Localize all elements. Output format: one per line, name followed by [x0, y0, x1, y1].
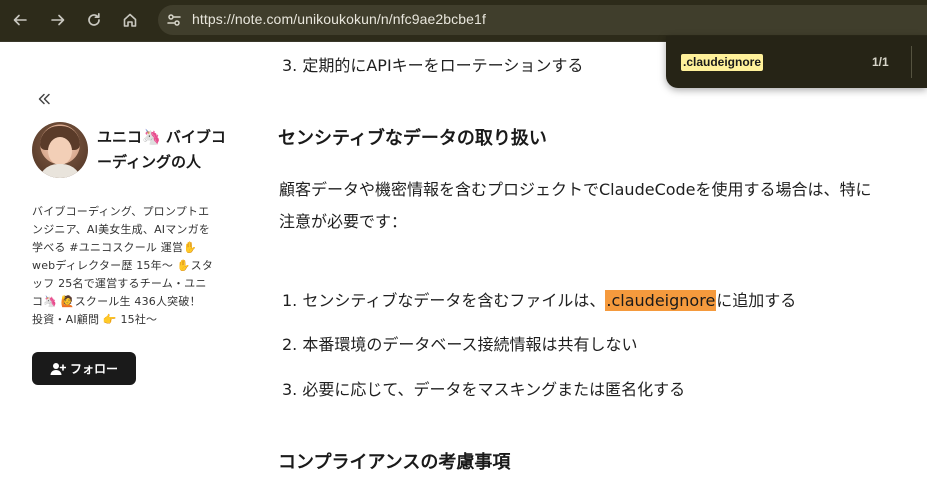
follow-label: フォロー [69, 362, 118, 376]
back-button[interactable] [7, 7, 33, 33]
arrow-right-icon [51, 14, 65, 26]
avatar-face [48, 137, 72, 165]
avatar[interactable] [32, 122, 88, 178]
list-item: 3. 必要に応じて、データをマスキングまたは匿名化する [282, 380, 686, 399]
url-text[interactable]: https://note.com/unikoukokun/n/nfc9ae2bc… [192, 11, 486, 27]
find-input[interactable]: .claudeignore [681, 54, 764, 71]
list-item-text: に追加する [716, 291, 797, 310]
home-icon [123, 13, 137, 27]
section-heading: コンプライアンスの考慮事項 [278, 452, 511, 473]
reload-button[interactable] [81, 7, 107, 33]
double-chevron-left-icon [38, 93, 50, 105]
paragraph: 顧客データや機密情報を含むプロジェクトでClaudeCodeを使用する場合は、特… [279, 180, 872, 231]
collapse-sidebar-button[interactable] [33, 88, 55, 110]
site-info-button[interactable] [162, 8, 186, 32]
add-user-icon [50, 362, 66, 375]
follow-button[interactable]: フォロー [32, 352, 136, 385]
forward-button[interactable] [45, 7, 71, 33]
find-divider [911, 46, 912, 78]
reload-icon [88, 12, 100, 26]
list-item-text: 1. センシティブなデータを含むファイルは、 [282, 291, 606, 310]
list-item: 2. 本番環境のデータベース接続情報は共有しない [282, 335, 638, 354]
list-item: 3. 定期的にAPIキーをローテーションする [282, 56, 584, 75]
list-item: 1. センシティブなデータを含むファイルは、.claudeignoreに追加する [282, 287, 796, 311]
find-match-count: 1/1 [872, 55, 889, 69]
avatar-body [38, 164, 82, 178]
home-button[interactable] [117, 7, 143, 33]
arrow-left-icon [13, 14, 27, 26]
search-highlight: .claudeignore [605, 290, 717, 311]
author-bio: バイブコーディング、プロンプトエンジニア、AI美女生成、AIマンガを学べる #ユ… [32, 205, 214, 326]
author-name[interactable]: ユニコ🦄 バイブコーディングの人 [97, 125, 237, 175]
tune-icon [167, 14, 181, 26]
section-heading: センシティブなデータの取り扱い [278, 128, 547, 149]
